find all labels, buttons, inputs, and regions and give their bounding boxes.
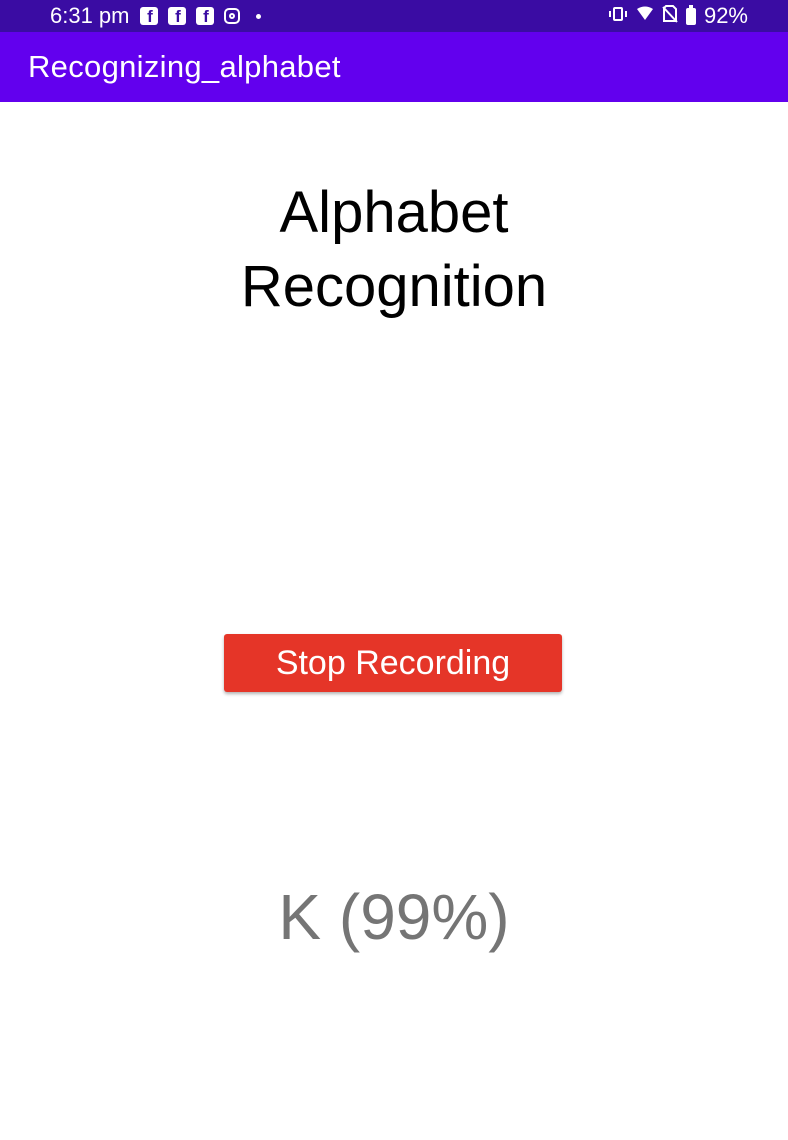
facebook-icon: f <box>195 7 214 25</box>
status-left: 6:31 pm f f f <box>50 3 261 29</box>
battery-icon <box>685 4 696 25</box>
page-heading: Alphabet Recognition <box>240 180 548 319</box>
wifi-icon <box>636 6 654 26</box>
recognition-result: K (99%) <box>278 881 510 953</box>
battery-percentage: 92% <box>703 3 748 28</box>
status-right: 92% <box>608 3 748 29</box>
instagram-icon <box>223 8 240 24</box>
facebook-icon: f <box>167 7 186 25</box>
facebook-icon: f <box>139 7 158 25</box>
status-time: 6:31 pm <box>50 3 130 28</box>
stop-recording-button[interactable]: Stop Recording <box>224 634 562 692</box>
status-bar: 6:31 pm f f f 92% <box>0 0 788 32</box>
app-bar: Recognizing_alphabet <box>0 32 788 102</box>
dot-icon <box>255 13 261 19</box>
vibrate-icon <box>608 7 628 25</box>
no-sim-icon <box>662 5 678 27</box>
app-title: Recognizing_alphabet <box>28 49 341 84</box>
